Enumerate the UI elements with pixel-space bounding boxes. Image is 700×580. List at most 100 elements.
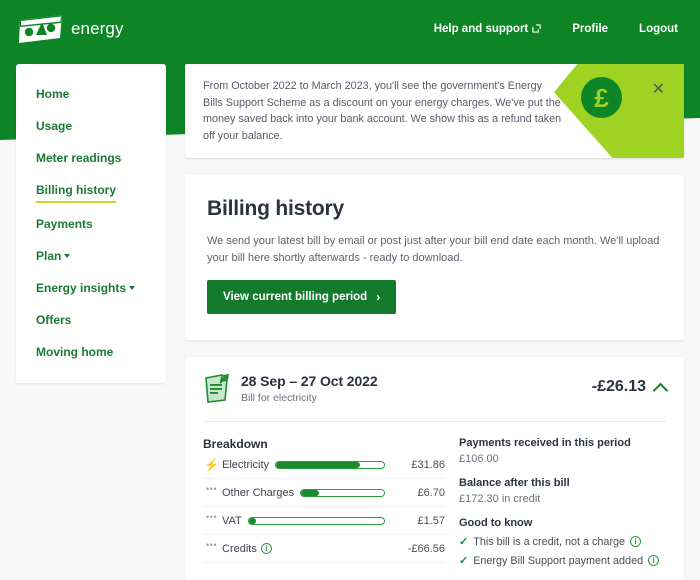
sidebar-item-payments[interactable]: Payments <box>16 216 166 235</box>
sidebar-item-billing-history[interactable]: Billing history <box>16 182 166 203</box>
breakdown-value-credits: -£66.56 <box>407 542 445 555</box>
sidebar-item-plan[interactable]: Plan <box>16 248 166 267</box>
nav-help-and-support[interactable]: Help and support <box>434 23 542 35</box>
breakdown-value-electricity: £31.86 <box>411 458 445 471</box>
breakdown-label-electricity: Electricity <box>222 458 270 471</box>
breakdown-label-credits-text: Credits <box>222 542 257 555</box>
sidebar-item-plan-label: Plan <box>36 249 62 263</box>
breakdown-value-vat: £1.57 <box>417 514 445 527</box>
breakdown-title: Breakdown <box>203 437 268 451</box>
breakdown-label-credits: Credits i <box>220 543 272 555</box>
balance-after-bill-label: Balance after this bill <box>459 477 570 489</box>
sidebar-item-home[interactable]: Home <box>16 86 166 105</box>
chevron-down-icon <box>129 285 136 290</box>
billing-history-intro-card: Billing history We send your latest bill… <box>185 175 684 340</box>
notice-decoration-shape <box>554 64 684 158</box>
bill-summary-column: Payments received in this period £106.00… <box>445 437 666 573</box>
bill-toggle[interactable]: -£26.13 <box>591 373 669 398</box>
sidebar: Home Usage Meter readings Billing histor… <box>16 64 166 383</box>
nav-logout[interactable]: Logout <box>639 23 678 35</box>
info-icon[interactable]: i <box>648 555 660 566</box>
breakdown-row-credits: ••• Credits i -£66.56 <box>203 535 445 563</box>
good-to-know-item-credit-text: This bill is a credit, not a charge <box>473 535 626 548</box>
notice-text: From October 2022 to March 2023, you'll … <box>203 80 562 142</box>
breakdown-bar-cell <box>294 488 393 497</box>
sidebar-item-offers-label: Offers <box>36 313 72 327</box>
good-to-know-label: Good to know <box>459 517 533 529</box>
check-icon: ✓ <box>459 555 469 567</box>
view-current-billing-period-label: View current billing period <box>223 291 368 303</box>
chevron-right-icon: › <box>376 290 381 304</box>
nav-logout-label: Logout <box>639 22 678 35</box>
good-to-know-item-credit: ✓ This bill is a credit, not a charge i <box>459 535 666 548</box>
dots-icon: ••• <box>206 484 217 494</box>
balance-after-bill-value: £172.30 in credit <box>459 493 541 505</box>
bill-card: 28 Sep – 27 Oct 2022 Bill for electricit… <box>185 357 684 580</box>
sidebar-item-offers[interactable]: Offers <box>16 312 166 331</box>
bill-card-footer: Download bill View full details <box>203 573 666 580</box>
main-content: From October 2022 to March 2023, you'll … <box>185 64 684 580</box>
intro-description: We send your latest bill by email or pos… <box>207 235 660 264</box>
breakdown-row-other-charges: ••• Other Charges £6.70 <box>203 479 445 507</box>
breakdown-label-vat: VAT <box>222 514 242 527</box>
energy-bills-support-notice: From October 2022 to March 2023, you'll … <box>185 64 684 158</box>
breakdown-bar-other-charges <box>300 488 385 497</box>
breakdown-row-vat: ••• VAT £1.57 <box>203 507 445 535</box>
sidebar-item-energy-insights[interactable]: Energy insights <box>16 280 166 299</box>
sidebar-item-energy-insights-label: Energy insights <box>36 281 127 295</box>
chevron-up-icon <box>652 382 669 398</box>
breakdown-value-other-charges: £6.70 <box>417 486 445 499</box>
bill-card-body: Breakdown ⚡ Electricity £31.86 ••• Other… <box>203 422 666 573</box>
breakdown-row-electricity: ⚡ Electricity £31.86 <box>203 451 445 479</box>
info-icon[interactable]: i <box>630 536 642 547</box>
brand-logo[interactable]: energy <box>18 14 124 43</box>
top-bar: energy Help and support Profile Logout <box>0 0 700 57</box>
breakdown-column: Breakdown ⚡ Electricity £31.86 ••• Other… <box>203 437 445 573</box>
close-icon[interactable]: ✕ <box>650 80 667 100</box>
nav-help-and-support-label: Help and support <box>433 22 529 35</box>
breakdown-bar-fill <box>248 517 256 524</box>
bill-period: 28 Sep – 27 Oct 2022 <box>241 373 378 389</box>
sidebar-item-meter-readings[interactable]: Meter readings <box>16 150 166 169</box>
info-icon[interactable]: i <box>260 543 272 554</box>
page-layout: Home Usage Meter readings Billing histor… <box>0 0 700 580</box>
sidebar-item-usage[interactable]: Usage <box>16 118 166 137</box>
nav-profile-label: Profile <box>572 22 609 35</box>
dots-icon: ••• <box>206 540 217 550</box>
breakdown-bar-vat <box>247 516 385 525</box>
breakdown-bar-electricity <box>275 460 385 469</box>
check-icon: ✓ <box>459 536 469 548</box>
brand-logo-text: energy <box>71 18 124 38</box>
chevron-down-icon <box>64 253 71 258</box>
bill-subtitle: Bill for electricity <box>241 392 317 404</box>
sidebar-item-moving-home[interactable]: Moving home <box>16 344 166 363</box>
good-to-know-item-support: ✓ Energy Bill Support payment added i <box>459 554 666 567</box>
balance-after-bill-block: Balance after this bill £172.30 in credi… <box>459 477 666 505</box>
bill-document-icon <box>203 374 230 408</box>
breakdown-bar-cell <box>242 516 393 525</box>
sidebar-item-meter-readings-label: Meter readings <box>36 151 122 165</box>
sidebar-item-home-label: Home <box>36 87 70 101</box>
sidebar-item-usage-label: Usage <box>36 119 73 133</box>
breakdown-bar-fill <box>301 489 319 496</box>
bill-card-header: 28 Sep – 27 Oct 2022 Bill for electricit… <box>203 373 669 422</box>
breakdown-bar-fill <box>276 461 361 468</box>
pound-sterling-icon: £ <box>581 77 622 118</box>
sidebar-item-payments-label: Payments <box>36 217 93 231</box>
top-navigation: Help and support Profile Logout <box>434 23 678 35</box>
breakdown-label-other-charges: Other Charges <box>222 486 295 499</box>
page-title: Billing history <box>207 197 345 220</box>
bill-amount: -£26.13 <box>591 378 646 395</box>
payments-received-label: Payments received in this period <box>459 437 631 449</box>
external-link-icon <box>532 24 541 33</box>
sidebar-item-moving-home-label: Moving home <box>36 345 114 359</box>
view-current-billing-period-button[interactable]: View current billing period › <box>207 280 397 314</box>
payments-received-block: Payments received in this period £106.00 <box>459 437 666 465</box>
payments-received-value: £106.00 <box>459 453 499 465</box>
breakdown-bar-cell <box>269 460 393 469</box>
good-to-know-item-support-text: Energy Bill Support payment added <box>473 554 644 567</box>
good-to-know-list: ✓ This bill is a credit, not a charge i … <box>459 535 666 567</box>
good-to-know-block: Good to know ✓ This bill is a credit, no… <box>459 517 666 567</box>
nav-profile[interactable]: Profile <box>572 23 608 35</box>
sidebar-item-billing-history-label: Billing history <box>36 182 117 203</box>
